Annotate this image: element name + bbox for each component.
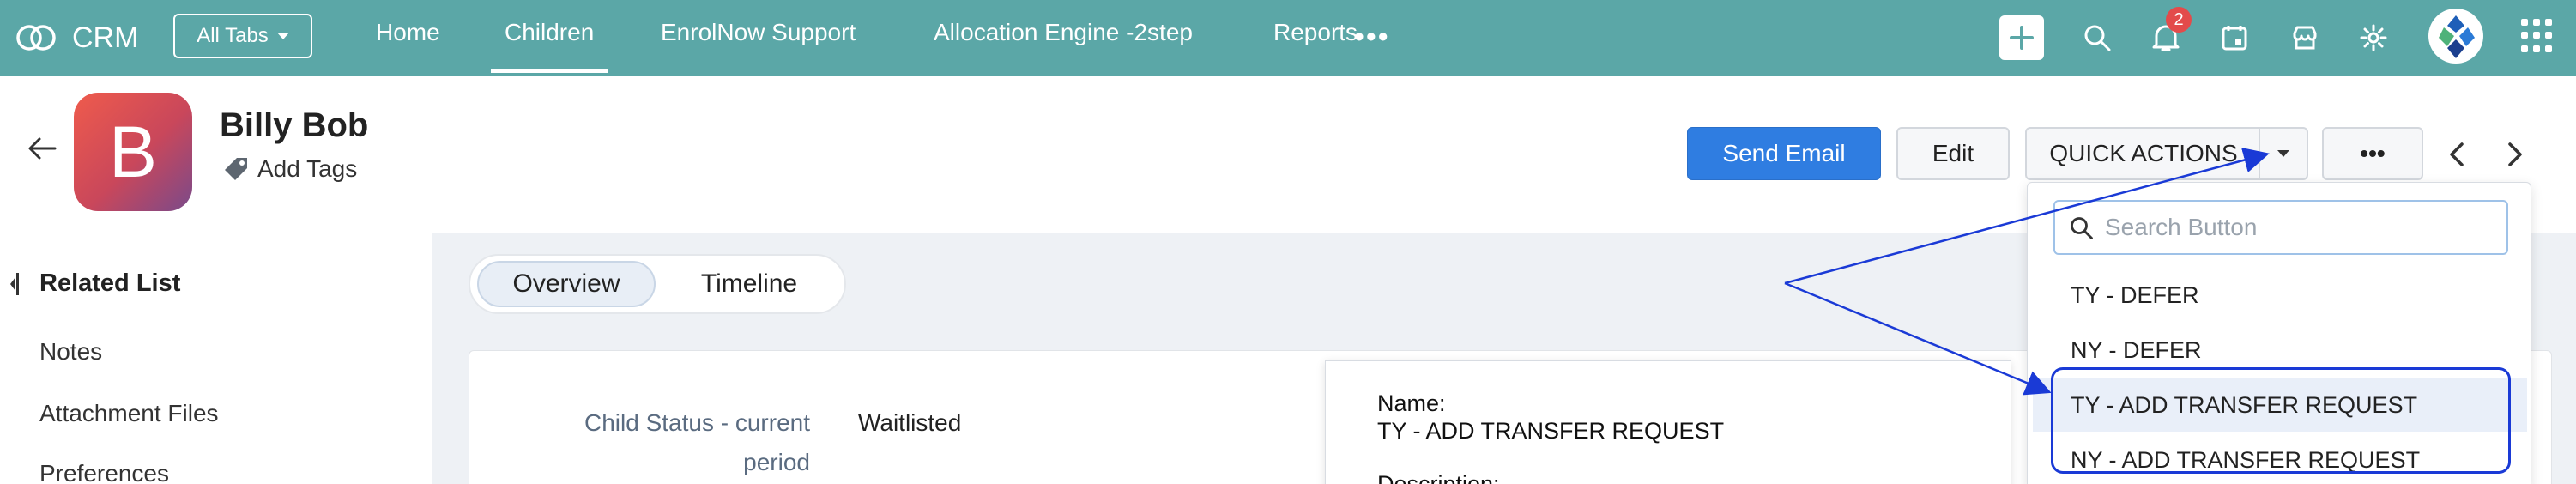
tab-children[interactable]: Children [490,19,608,73]
edit-button[interactable]: Edit [1896,127,2010,180]
child-status-value: Waitlisted [858,409,962,436]
quick-actions-toggle[interactable] [2259,127,2308,180]
menu-item-ty-defer[interactable]: TY - DEFER [2033,269,2527,322]
search-button-field[interactable] [2053,200,2508,255]
record-avatar: B [74,93,192,211]
app-name: CRM [72,21,139,54]
crm-logo[interactable]: CRM [14,17,138,58]
more-actions-button[interactable]: ••• [2322,127,2423,180]
marketplace-button[interactable] [2283,15,2327,60]
annotation-highlight-box [2051,367,2511,474]
gear-icon [2360,24,2387,51]
tag-icon [225,158,247,180]
collapse-sidebar-icon[interactable] [7,271,19,297]
all-tabs-dropdown[interactable]: All Tabs [173,14,312,58]
child-status-label: Child Status - current period [584,409,810,475]
tab-reports[interactable]: Reports [1273,19,1358,46]
related-list-title: Related List [39,269,181,297]
more-tabs-button[interactable]: ••• [1354,21,1390,54]
tab-timeline[interactable]: Timeline [676,261,822,307]
search-button[interactable] [2075,15,2119,60]
search-icon [2084,25,2111,51]
crm-logo-icon [16,25,56,51]
plus-icon [2010,26,2034,50]
tooltip-name-value: TY - ADD TRANSFER REQUEST [1377,418,1725,444]
add-tags-label: Add Tags [257,155,358,182]
next-record-icon[interactable] [2497,137,2531,172]
search-button-input[interactable] [2105,210,2491,245]
tab-overview[interactable]: Overview [477,261,656,307]
chevron-down-icon [276,33,289,39]
apps-grid-icon[interactable] [2521,19,2555,53]
send-email-button[interactable]: Send Email [1687,127,1881,180]
settings-button[interactable] [2351,15,2396,60]
all-tabs-label: All Tabs [197,24,269,47]
top-navigation-bar: CRM All Tabs Home Children EnrolNow Supp… [0,0,2576,76]
user-avatar[interactable] [2428,9,2483,64]
related-list-sidebar: Related List Notes Attachment Files Pref… [0,233,432,484]
view-tabs: Overview Timeline [469,254,846,314]
tab-home[interactable]: Home [376,19,440,46]
button-description-tooltip: Name: TY - ADD TRANSFER REQUEST Descript… [1325,360,2011,484]
user-avatar-icon [2439,15,2475,58]
sidebar-item-attachment-files[interactable]: Attachment Files [39,400,219,427]
calendar-icon [2222,26,2247,51]
record-name: Billy Bob [220,106,369,144]
previous-record-icon[interactable] [2440,137,2475,172]
create-button[interactable] [1999,15,2044,60]
tooltip-description-label: Description: [1377,471,1500,484]
chevron-down-icon [2277,150,2289,157]
tooltip-name-label: Name: [1377,390,1446,416]
store-icon [2293,26,2317,50]
add-tags-button[interactable]: Add Tags [221,154,357,184]
search-icon [2071,217,2093,239]
back-arrow-icon[interactable] [24,130,60,166]
sidebar-item-preferences[interactable]: Preferences [39,460,169,484]
quick-actions-button[interactable]: QUICK ACTIONS [2025,127,2262,180]
calendar-button[interactable] [2212,15,2257,60]
tab-allocation-engine[interactable]: Allocation Engine -2step [934,19,1193,46]
notification-count-badge: 2 [2166,7,2192,33]
tab-enrolnow-support[interactable]: EnrolNow Support [661,19,856,46]
sidebar-item-notes[interactable]: Notes [39,338,102,366]
